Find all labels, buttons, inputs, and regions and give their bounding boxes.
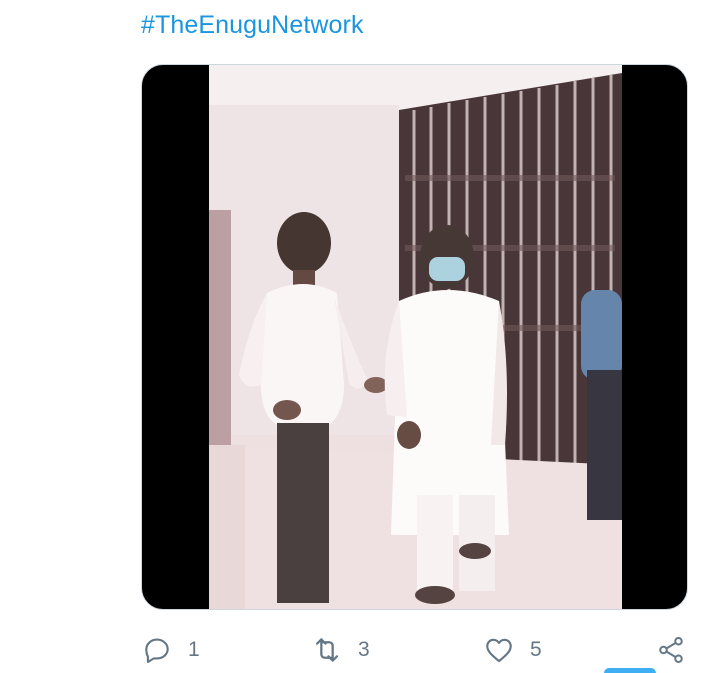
share-button[interactable] [654, 628, 688, 672]
reply-icon [140, 633, 174, 667]
floating-button-edge[interactable] [604, 668, 656, 673]
retweet-count: 3 [358, 638, 370, 661]
retweet-button[interactable]: 3 [310, 628, 370, 672]
tweet-action-bar: 1 3 5 [0, 628, 720, 672]
like-button[interactable]: 5 [482, 628, 542, 672]
reply-button[interactable]: 1 [140, 628, 200, 672]
retweet-icon [310, 633, 344, 667]
video-card[interactable] [141, 64, 688, 610]
video-thumbnail[interactable] [209, 65, 622, 609]
hashtag-link[interactable]: #TheEnuguNetwork [141, 8, 364, 42]
tweet: #TheEnuguNetwork 1 3 5 [0, 0, 720, 673]
share-icon [654, 633, 688, 667]
heart-icon [482, 633, 516, 667]
like-count: 5 [530, 638, 542, 661]
reply-count: 1 [188, 638, 200, 661]
video-still-image [209, 65, 622, 609]
